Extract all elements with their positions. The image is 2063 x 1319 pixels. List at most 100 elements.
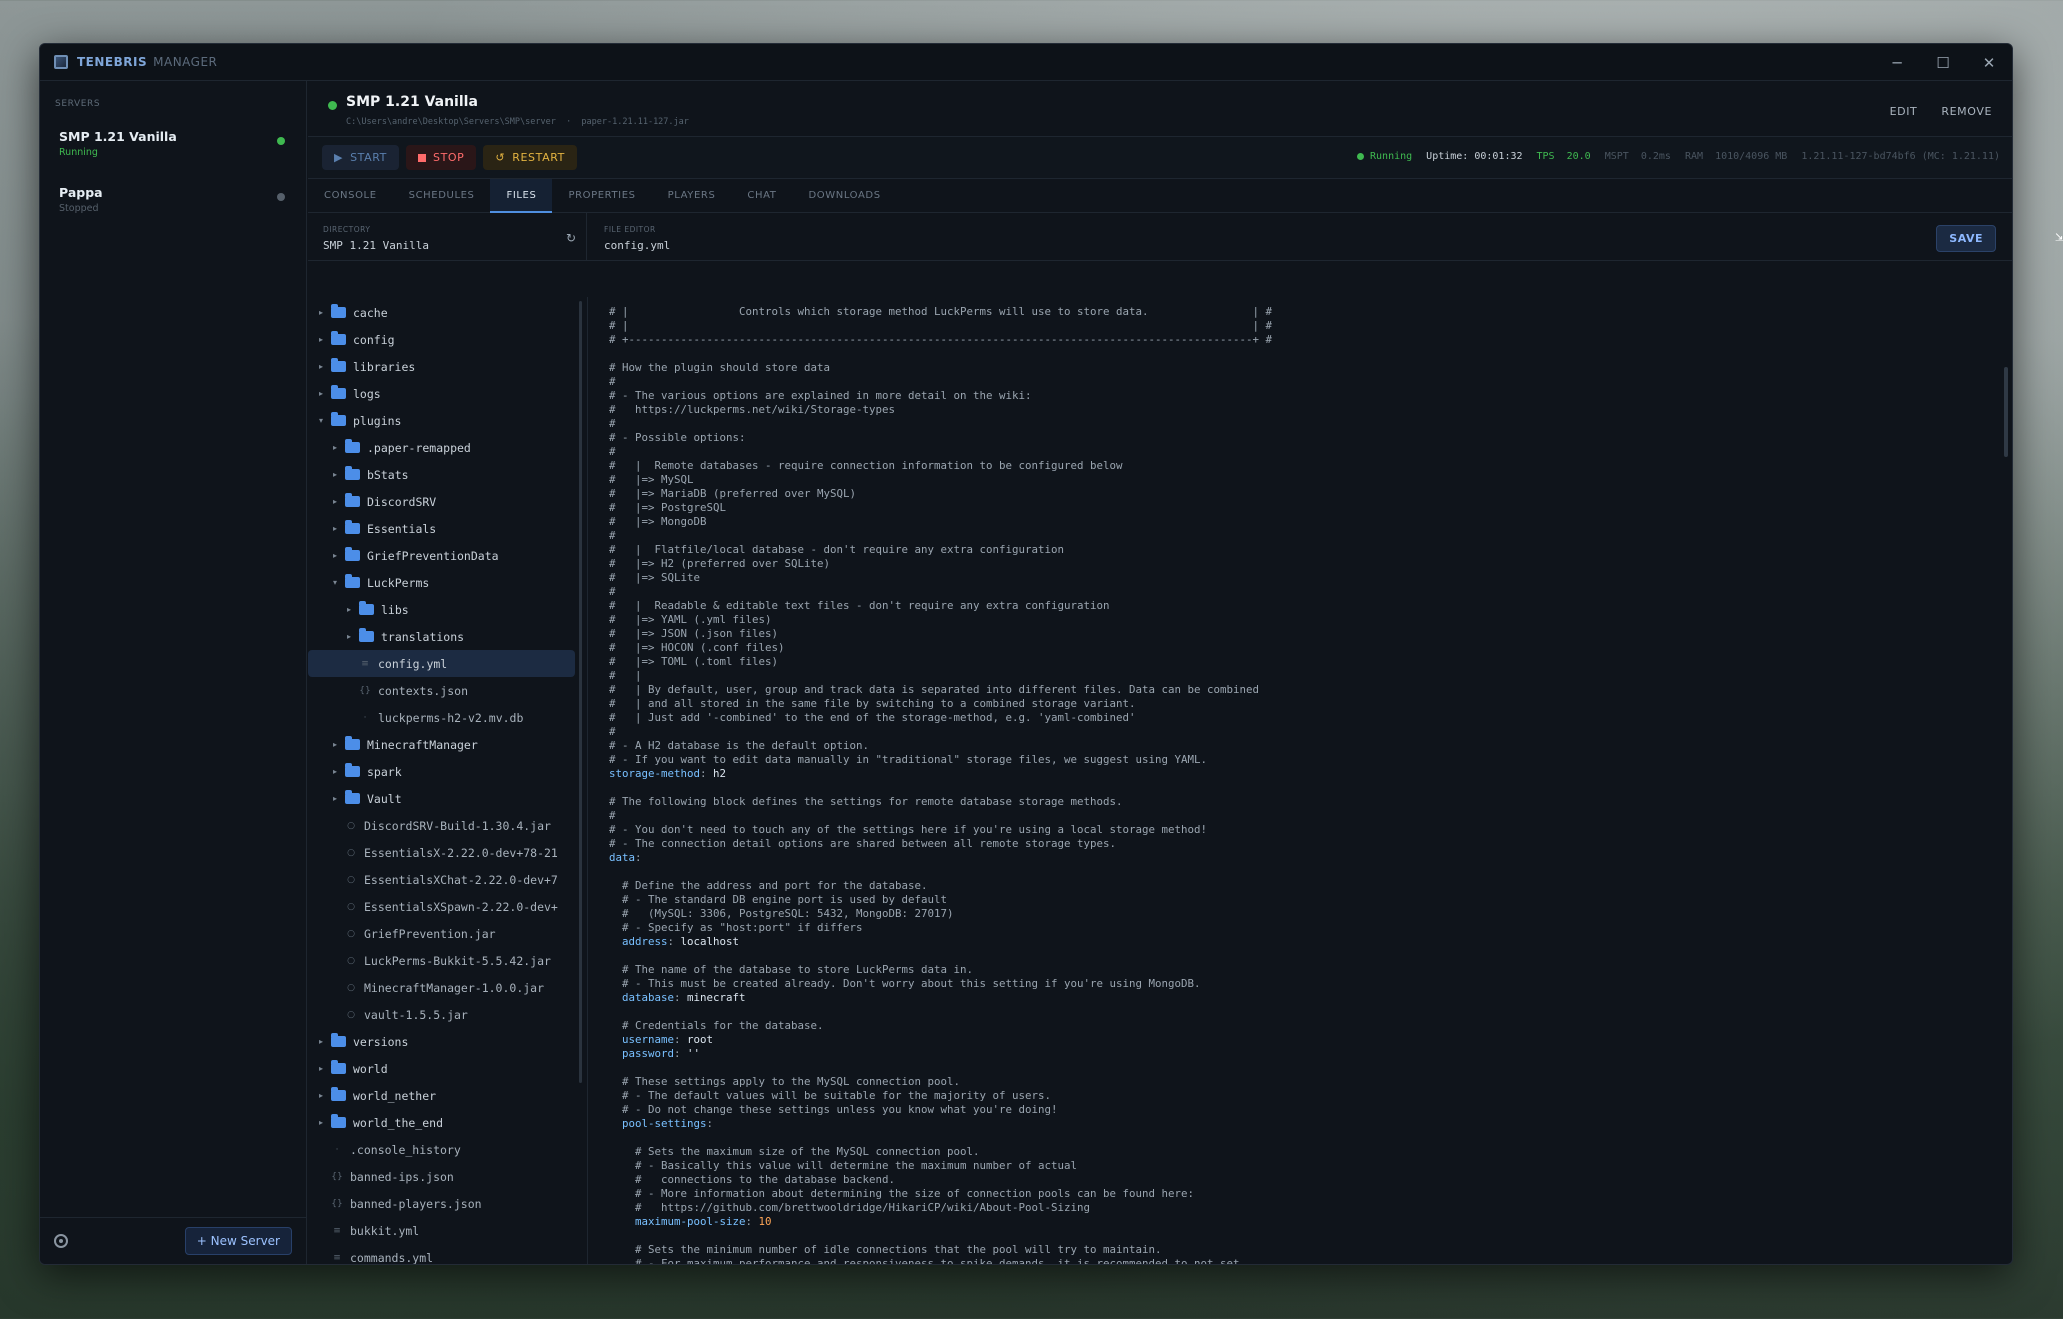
gear-icon[interactable] (54, 1234, 68, 1248)
chevron-down-icon[interactable]: ▾ (316, 416, 326, 425)
folder-row[interactable]: ▸ world (308, 1055, 587, 1082)
folder-row[interactable]: ▾ plugins (308, 407, 587, 434)
tree-item-name: plugins (353, 413, 402, 428)
start-button[interactable]: ▶ START (322, 145, 399, 170)
close-icon[interactable]: ✕ (1966, 44, 2012, 81)
refresh-icon[interactable]: ↻ (566, 231, 576, 245)
chevron-right-icon[interactable]: ▸ (316, 362, 326, 371)
chevron-right-icon[interactable]: ▸ (330, 551, 340, 560)
file-row[interactable]: ▸{}banned-players.json (308, 1190, 587, 1217)
chevron-right-icon[interactable]: ▸ (330, 794, 340, 803)
chevron-right-icon[interactable]: ▸ (330, 524, 340, 533)
yaml-key: storage-method (609, 767, 701, 780)
code-content[interactable]: # | Controls which storage method LuckPe… (609, 305, 2012, 1264)
file-row[interactable]: ▸≡bukkit.yml (308, 1217, 587, 1244)
file-row[interactable]: ▸○GriefPrevention.jar (308, 920, 587, 947)
tab-schedules[interactable]: SCHEDULES (393, 179, 491, 212)
folder-row[interactable]: ▸ logs (308, 380, 587, 407)
chevron-right-icon[interactable]: ▸ (316, 335, 326, 344)
file-row[interactable]: ▸·luckperms-h2-v2.mv.db (308, 704, 587, 731)
code-line: storage-method: h2 (609, 767, 2012, 781)
file-row[interactable]: ▸○EssentialsXChat-2.22.0-dev+7 (308, 866, 587, 893)
folder-row[interactable]: ▸ config (308, 326, 587, 353)
server-path: C:\Users\andre\Desktop\Servers\SMP\serve… (346, 117, 689, 127)
folder-row[interactable]: ▸ Essentials (308, 515, 587, 542)
file-row[interactable]: ▸≡commands.yml (308, 1244, 587, 1265)
code-line: # | Remote databases - require connectio… (609, 459, 2012, 473)
edit-server-button[interactable]: EDIT (1890, 105, 1918, 118)
chevron-right-icon[interactable]: ▸ (344, 632, 354, 641)
chevron-right-icon[interactable]: ▸ (316, 308, 326, 317)
file-row[interactable]: ▸{}banned-ips.json (308, 1163, 587, 1190)
folder-row[interactable]: ▸ MinecraftManager (308, 731, 587, 758)
folder-row[interactable]: ▸ spark (308, 758, 587, 785)
chevron-right-icon[interactable]: ▸ (330, 443, 340, 452)
chevron-right-icon[interactable]: ▸ (330, 470, 340, 479)
tab-chat[interactable]: CHAT (731, 179, 792, 212)
code-line: # These settings apply to the MySQL conn… (609, 1075, 2012, 1089)
folder-row[interactable]: ▸ bStats (308, 461, 587, 488)
folder-row[interactable]: ▸ translations (308, 623, 587, 650)
folder-row[interactable]: ▾ LuckPerms (308, 569, 587, 596)
tab-players[interactable]: PLAYERS (652, 179, 732, 212)
file-row[interactable]: ▸○DiscordSRV-Build-1.30.4.jar (308, 812, 587, 839)
folder-row[interactable]: ▸ Vault (308, 785, 587, 812)
file-row[interactable]: ▸≡config.yml (308, 650, 575, 677)
chevron-right-icon[interactable]: ▸ (316, 1091, 326, 1100)
folder-row[interactable]: ▸ versions (308, 1028, 587, 1055)
tab-downloads[interactable]: DOWNLOADS (793, 179, 897, 212)
file-row[interactable]: ▸·.console_history (308, 1136, 587, 1163)
editor-scrollbar[interactable] (2004, 367, 2008, 457)
tab-properties[interactable]: PROPERTIES (552, 179, 651, 212)
yaml-key: username (622, 1033, 675, 1046)
file-row[interactable]: ▸○EssentialsXSpawn-2.22.0-dev+ (308, 893, 587, 920)
tree-item-name: spark (367, 764, 402, 779)
file-row[interactable]: ▸○LuckPerms-Bukkit-5.5.42.jar (308, 947, 587, 974)
chevron-right-icon[interactable]: ▸ (316, 1118, 326, 1127)
directory-selector[interactable]: DIRECTORY SMP 1.21 Vanilla ↻ (323, 213, 587, 261)
file-icon: ○ (347, 1009, 355, 1020)
folder-row[interactable]: ▸ GriefPreventionData (308, 542, 587, 569)
tab-console[interactable]: CONSOLE (308, 179, 393, 212)
chevron-right-icon[interactable]: ▸ (316, 1037, 326, 1046)
chevron-right-icon[interactable]: ▸ (330, 740, 340, 749)
tree-item-name: translations (381, 629, 465, 644)
minimize-icon[interactable]: ─ (1874, 44, 1920, 81)
tab-files[interactable]: FILES (490, 179, 553, 213)
restart-button[interactable]: ↺ RESTART (483, 145, 577, 170)
folder-row[interactable]: ▸ DiscordSRV (308, 488, 587, 515)
folder-row[interactable]: ▸ cache (308, 299, 587, 326)
files-content: ▸ cache ▸ config ▸ libraries ▸ logs ▾ plugins ▸ .pa… (308, 297, 2012, 1264)
folder-icon (345, 466, 360, 480)
code-line: # - Possible options: (609, 431, 2012, 445)
maximize-icon[interactable]: ☐ (1920, 44, 1966, 81)
code-text: # Sets the maximum size of the MySQL con… (609, 1145, 980, 1158)
code-editor[interactable]: # | Controls which storage method LuckPe… (589, 297, 2012, 1264)
code-text: # - The default values will be suitable … (609, 1089, 1052, 1102)
folder-row[interactable]: ▸ libraries (308, 353, 587, 380)
remove-server-button[interactable]: REMOVE (1941, 105, 1992, 118)
file-row[interactable]: ▸{}contexts.json (308, 677, 587, 704)
tree-item-name: versions (353, 1034, 409, 1049)
save-button[interactable]: SAVE (1936, 225, 1996, 252)
folder-row[interactable]: ▸ libs (308, 596, 587, 623)
chevron-right-icon[interactable]: ▸ (344, 605, 354, 614)
folder-row[interactable]: ▸ world_nether (308, 1082, 587, 1109)
file-row[interactable]: ▸○EssentialsX-2.22.0-dev+78-21 (308, 839, 587, 866)
code-line: # The following block defines the settin… (609, 795, 2012, 809)
folder-row[interactable]: ▸ .paper-remapped (308, 434, 587, 461)
file-row[interactable]: ▸○vault-1.5.5.jar (308, 1001, 587, 1028)
chevron-right-icon[interactable]: ▸ (330, 767, 340, 776)
file-row[interactable]: ▸○MinecraftManager-1.0.0.jar (308, 974, 587, 1001)
chevron-right-icon[interactable]: ▸ (316, 389, 326, 398)
chevron-down-icon[interactable]: ▾ (330, 578, 340, 587)
server-item[interactable]: SMP 1.21 Vanilla Running (40, 121, 306, 177)
new-server-button[interactable]: + New Server (184, 1227, 292, 1255)
chevron-right-icon[interactable]: ▸ (316, 1064, 326, 1073)
file-tree-scrollbar[interactable] (579, 301, 582, 1083)
chevron-right-icon[interactable]: ▸ (330, 497, 340, 506)
server-item[interactable]: Pappa Stopped (40, 177, 306, 233)
folder-row[interactable]: ▸ world_the_end (308, 1109, 587, 1136)
stop-button[interactable]: STOP (406, 145, 477, 170)
